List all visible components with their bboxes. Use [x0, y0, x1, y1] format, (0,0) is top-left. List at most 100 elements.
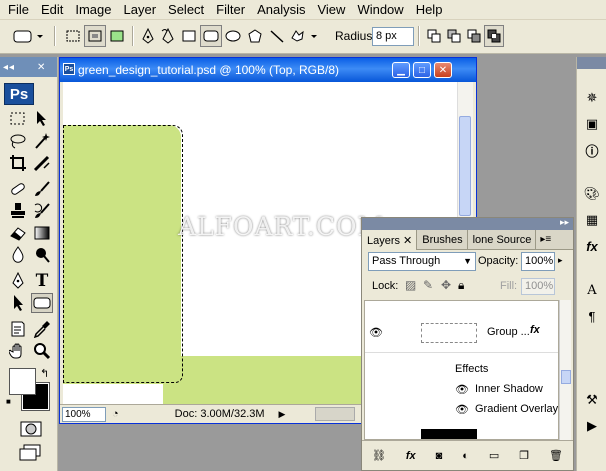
layers-panel-titlebar[interactable]: ▸▸ [362, 217, 573, 230]
effect-gradient-overlay[interactable]: 👁︎ Gradient Overlay [365, 399, 558, 419]
navigator-icon[interactable]: ✵ [581, 87, 603, 109]
swap-colors-icon[interactable]: ↰ [40, 367, 49, 380]
collapse-arrows-icon[interactable]: ◂◂ [3, 62, 15, 73]
intersect-shape-area-button[interactable] [464, 25, 484, 47]
zoom-tool[interactable] [31, 341, 53, 361]
blur-tool[interactable] [7, 245, 29, 265]
effect-inner-shadow[interactable]: 👁︎ Inner Shadow [365, 379, 558, 399]
crop-tool[interactable] [7, 153, 29, 173]
tab-brushes[interactable]: Brushes [417, 230, 468, 250]
lasso-tool[interactable] [7, 131, 29, 151]
lock-image-icon[interactable]: ✎ [423, 278, 433, 292]
move-tool[interactable] [31, 109, 53, 129]
status-arrow-icon[interactable]: ▶ [279, 409, 286, 420]
effect-eye-icon[interactable]: 👁︎ [455, 403, 469, 416]
shape-layers-button[interactable] [62, 25, 84, 47]
character-icon[interactable]: A [581, 279, 603, 301]
status-menu-icon[interactable]: ◔ [112, 408, 119, 420]
fill-input[interactable]: 100% [521, 278, 555, 295]
subtract-shape-area-button[interactable] [444, 25, 464, 47]
zoom-level-input[interactable]: 100% [62, 406, 106, 422]
fill-pixels-button[interactable] [106, 25, 128, 47]
exclude-shape-area-button[interactable] [484, 25, 504, 47]
tool-preset-picker[interactable] [10, 25, 46, 47]
polygon-shape-button[interactable] [244, 25, 266, 47]
ellipse-shape-button[interactable] [222, 25, 244, 47]
opacity-slider-arrow-icon[interactable]: ▸ [558, 255, 563, 266]
panel-menu-icon[interactable]: ▸≡ [540, 234, 551, 249]
hand-tool[interactable] [7, 341, 29, 361]
pen-tool[interactable] [7, 271, 29, 291]
info-icon[interactable]: ⓘ [581, 139, 603, 161]
line-shape-button[interactable] [266, 25, 288, 47]
tab-clone-source[interactable]: lone Source [468, 230, 537, 250]
color-palette-icon[interactable]: 🎨︎ [581, 183, 603, 205]
lock-transparent-icon[interactable]: ▨ [405, 278, 416, 292]
menu-view[interactable]: View [311, 1, 351, 19]
paragraph-icon[interactable]: ¶ [581, 305, 603, 327]
tools-panel-titlebar[interactable]: ◂◂ ✕ [0, 57, 57, 77]
link-layers-icon[interactable]: ⛓ [372, 449, 386, 462]
history-brush-tool[interactable] [31, 201, 53, 221]
path-selection-tool[interactable] [7, 293, 29, 313]
tab-layers[interactable]: Layers ✕ [362, 230, 418, 250]
layer-row-group[interactable]: 👁︎ Group ... fx [365, 313, 558, 353]
tab-close-icon[interactable]: ✕ [403, 235, 412, 247]
layer-row-next[interactable] [365, 425, 558, 439]
opacity-input[interactable]: 100% [521, 252, 555, 271]
lock-position-icon[interactable]: ✥ [441, 278, 451, 292]
slice-tool[interactable] [31, 153, 53, 173]
rectangle-shape-button[interactable] [178, 25, 200, 47]
new-group-icon[interactable]: ▭ [489, 449, 499, 462]
custom-shape-button[interactable] [288, 25, 322, 47]
menu-help[interactable]: Help [410, 1, 449, 19]
styles-fx-icon[interactable]: fx [581, 235, 603, 257]
menu-select[interactable]: Select [162, 1, 210, 19]
dock-titlebar[interactable] [577, 57, 606, 69]
maximize-button[interactable]: □ [413, 62, 431, 78]
panel-expand-icon[interactable]: ▸▸ [560, 217, 569, 228]
layers-scroll-thumb[interactable] [561, 370, 571, 384]
brush-tool[interactable] [31, 179, 53, 199]
adjustment-layer-icon[interactable]: ◐ [462, 450, 469, 462]
spot-healing-tool[interactable] [7, 179, 29, 199]
gradient-tool[interactable] [31, 223, 53, 243]
delete-layer-icon[interactable]: 🗑︎ [549, 449, 563, 462]
add-to-shape-area-button[interactable] [424, 25, 444, 47]
notes-tool[interactable] [7, 319, 29, 339]
type-tool[interactable]: T [31, 271, 53, 291]
effect-eye-icon[interactable]: 👁︎ [455, 383, 469, 396]
menu-window[interactable]: Window [351, 1, 409, 19]
layers-scrollbar[interactable] [559, 300, 571, 440]
horizontal-scrollbar[interactable] [315, 407, 355, 421]
eraser-tool[interactable] [7, 223, 29, 243]
actions-icon[interactable]: ▶ [581, 415, 603, 437]
blend-mode-select[interactable]: Pass Through ▼ [368, 252, 476, 271]
close-icon[interactable]: ✕ [37, 62, 46, 73]
menu-analysis[interactable]: Analysis [251, 1, 311, 19]
pen-tool-button[interactable] [138, 25, 158, 47]
minimize-button[interactable]: ▁ [392, 62, 410, 78]
effects-row[interactable]: Effects [365, 359, 558, 379]
visibility-eye-icon[interactable]: 👁︎ [369, 326, 383, 339]
rounded-rectangle-tool[interactable] [31, 293, 53, 313]
marquee-tool[interactable] [7, 109, 29, 129]
screen-mode-button[interactable] [18, 443, 44, 463]
swatches-icon[interactable]: ▦ [581, 209, 603, 231]
dodge-tool[interactable] [31, 245, 53, 265]
magic-wand-tool[interactable] [31, 131, 53, 151]
foreground-color-swatch[interactable] [9, 368, 36, 395]
clone-stamp-tool[interactable] [7, 201, 29, 221]
lock-all-icon[interactable]: 🔒︎ [458, 278, 464, 293]
menu-layer[interactable]: Layer [118, 1, 163, 19]
close-button[interactable]: ✕ [434, 62, 452, 78]
menu-file[interactable]: File [2, 1, 35, 19]
menu-image[interactable]: Image [69, 1, 117, 19]
vertical-scroll-thumb[interactable] [459, 116, 471, 216]
eyedropper-tool[interactable] [31, 319, 53, 339]
menu-filter[interactable]: Filter [210, 1, 251, 19]
add-mask-icon[interactable]: ◙ [436, 450, 443, 462]
add-layer-style-icon[interactable]: fx [406, 450, 416, 462]
paths-button[interactable] [84, 25, 106, 47]
quick-mask-button[interactable] [18, 419, 44, 439]
